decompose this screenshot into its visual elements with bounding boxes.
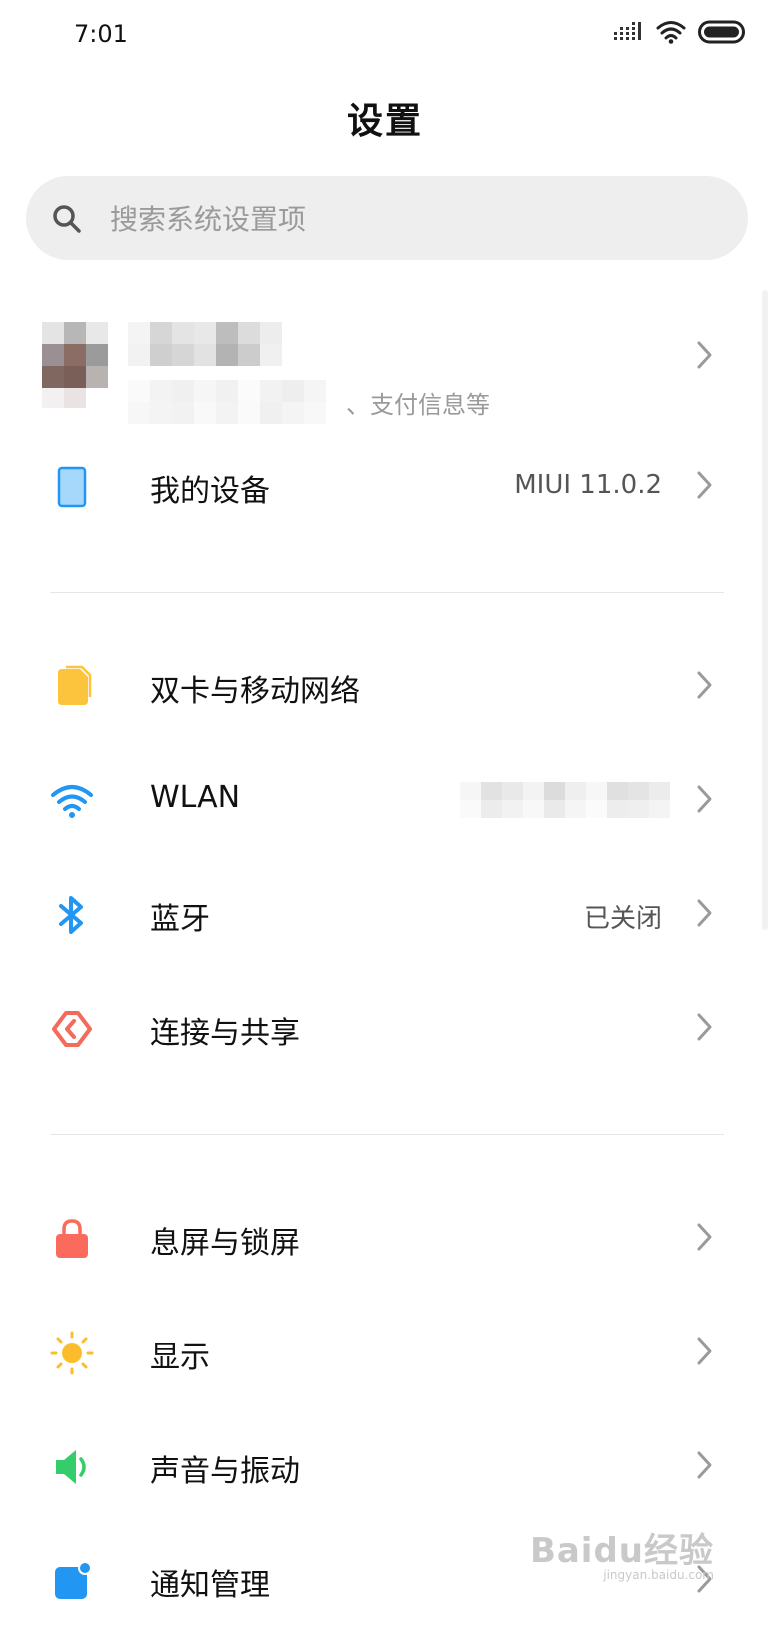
sun-icon — [50, 1331, 94, 1375]
row-connection-sharing[interactable]: 连接与共享 — [0, 972, 770, 1082]
avatar — [42, 322, 108, 408]
row-display[interactable]: 显示 — [0, 1296, 770, 1406]
wifi-icon — [51, 785, 93, 818]
watermark: Baidu经验 jingyan.baidu.com — [530, 1523, 714, 1582]
row-label: 我的设备 — [150, 474, 270, 509]
row-sound-vibration[interactable]: 声音与振动 — [0, 1410, 770, 1520]
notification-icon — [55, 1561, 92, 1599]
search-bar[interactable] — [26, 176, 748, 260]
row-lock-screen[interactable]: 息屏与锁屏 — [0, 1182, 770, 1292]
chevron-right-icon — [697, 1451, 712, 1479]
row-value: MIUI 11.0.2 — [514, 470, 662, 500]
row-label: 显示 — [150, 1340, 210, 1375]
account-name-redacted — [128, 322, 282, 366]
wlan-network-redacted — [460, 782, 670, 818]
section-divider — [50, 592, 724, 593]
account-card[interactable]: 、支付信息等 — [0, 300, 770, 430]
page-title: 设置 — [346, 101, 423, 142]
chevron-right-icon — [697, 1223, 712, 1251]
scrollbar[interactable] — [762, 290, 768, 930]
chevron-right-icon — [697, 785, 712, 813]
row-label: 蓝牙 — [150, 902, 210, 937]
row-label: 通知管理 — [150, 1568, 270, 1603]
battery-icon — [698, 20, 745, 44]
lock-icon — [56, 1219, 88, 1258]
section-divider — [50, 1134, 724, 1135]
account-subtitle-redacted — [128, 380, 348, 424]
share-icon — [52, 1011, 92, 1047]
signal-icon — [614, 22, 641, 40]
wifi-icon — [656, 21, 686, 44]
row-label: WLAN — [150, 780, 241, 815]
chevron-right-icon — [697, 1337, 712, 1365]
chevron-right-icon — [697, 341, 712, 369]
account-subtitle: 、支付信息等 — [346, 391, 490, 419]
sim-card-icon — [58, 665, 92, 705]
row-value: 已关闭 — [583, 904, 662, 934]
search-icon — [53, 205, 81, 233]
bluetooth-icon — [59, 896, 83, 934]
row-my-device[interactable]: 我的设备 MIUI 11.0.2 — [0, 430, 770, 540]
row-label: 声音与振动 — [150, 1454, 300, 1489]
chevron-right-icon — [697, 1013, 712, 1041]
status-icons — [614, 20, 746, 44]
status-time: 7:01 — [74, 20, 128, 48]
speaker-icon — [56, 1450, 86, 1484]
chevron-right-icon — [697, 471, 712, 499]
row-label: 双卡与移动网络 — [150, 674, 360, 709]
row-dual-sim[interactable]: 双卡与移动网络 — [0, 630, 770, 740]
watermark-logo: Baidu经验 — [529, 1531, 714, 1571]
row-bluetooth[interactable]: 蓝牙 已关闭 — [0, 858, 770, 968]
row-wlan[interactable]: WLAN — [0, 744, 770, 854]
chevron-right-icon — [697, 671, 712, 699]
status-bar: 7:01 — [0, 0, 770, 70]
row-label: 连接与共享 — [150, 1016, 300, 1051]
chevron-right-icon — [697, 899, 712, 927]
row-label: 息屏与锁屏 — [150, 1226, 300, 1261]
search-input[interactable] — [108, 194, 712, 244]
device-icon — [57, 466, 87, 508]
